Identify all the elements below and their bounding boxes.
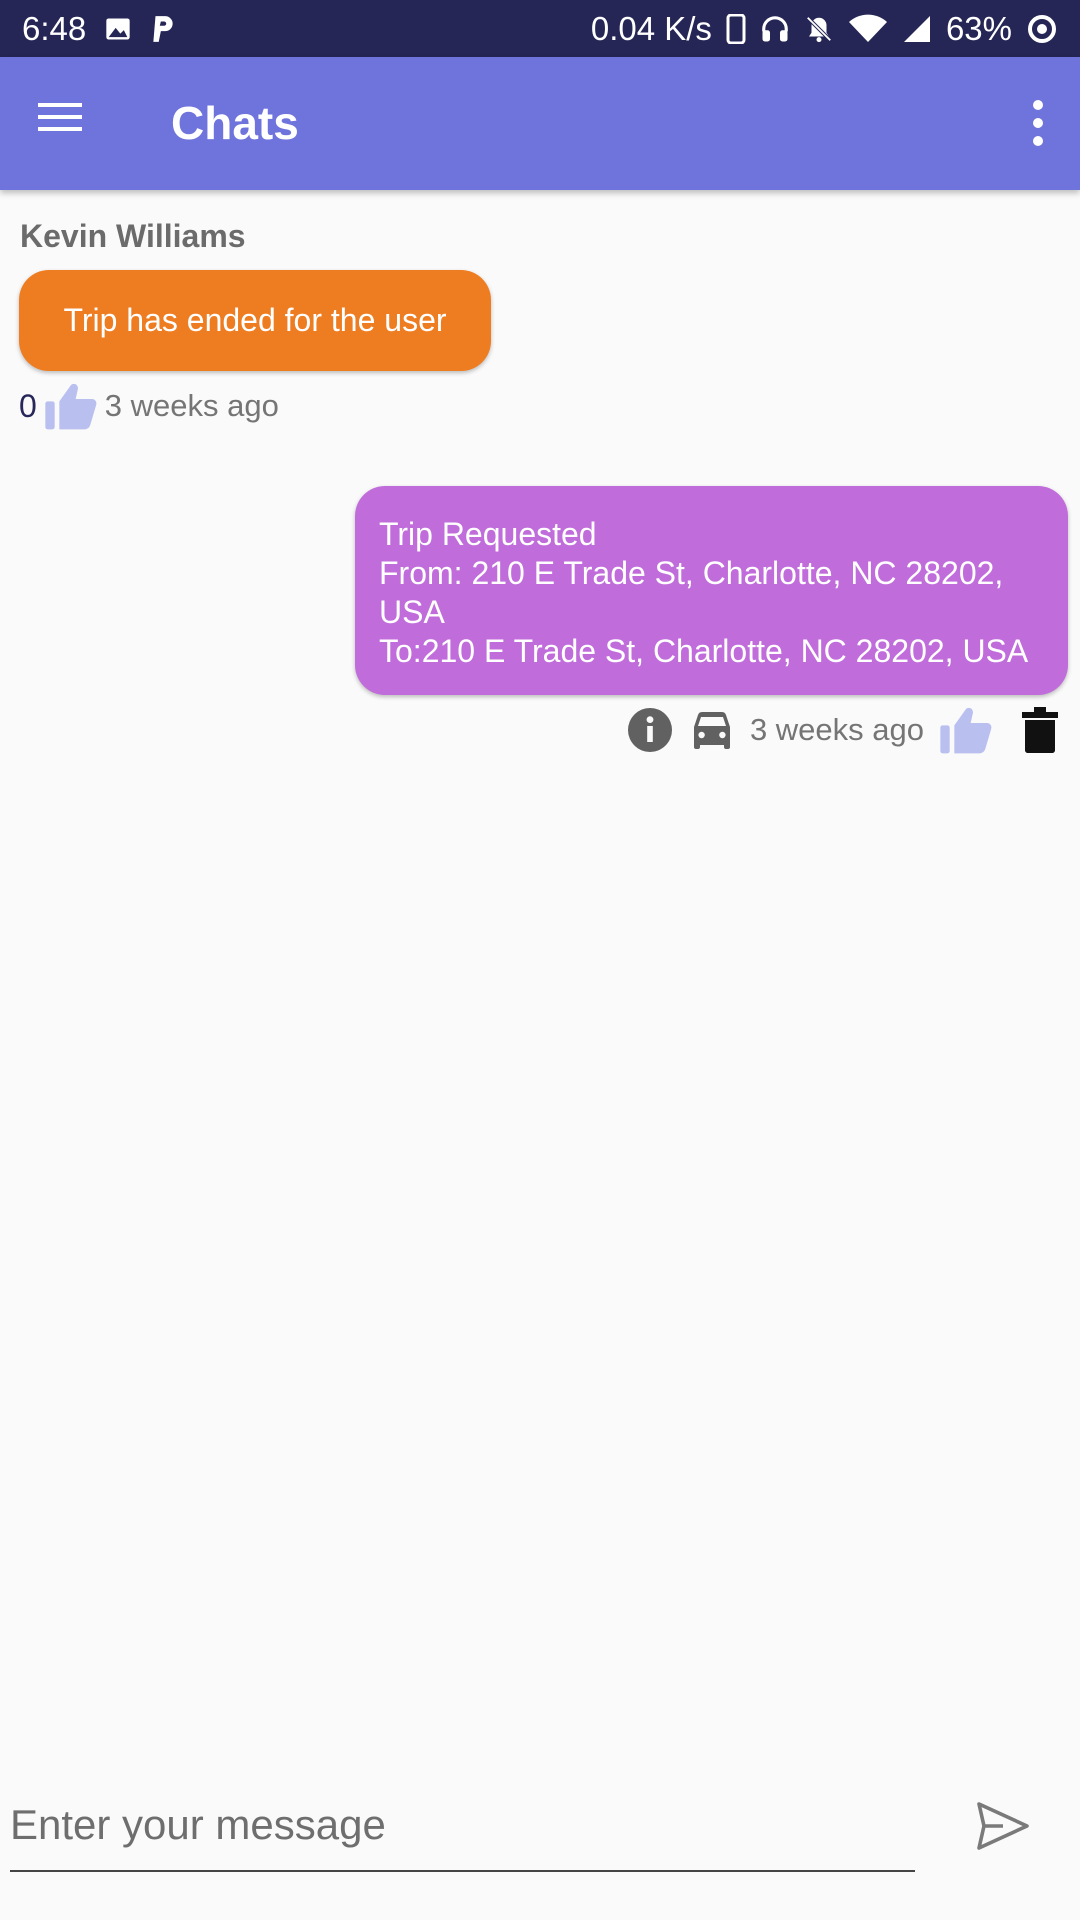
image-icon [104,15,132,43]
hamburger-icon[interactable] [36,97,96,149]
outgoing-message-meta: 3 weeks ago [626,700,1058,760]
net-speed: 0.04 K/s [590,9,712,47]
outgoing-message-bubble[interactable]: Trip Requested From: 210 E Trade St, Cha… [355,486,1068,695]
send-icon[interactable] [975,1798,1031,1854]
wifi-icon [848,14,888,44]
message-time: 3 weeks ago [104,388,279,423]
signal-icon [902,14,932,44]
trash-icon[interactable] [1022,706,1058,754]
message-composer [0,1770,1080,1920]
incoming-message-meta: 0 3 weeks ago [19,380,279,432]
sender-name: Kevin Williams [20,218,246,254]
car-icon[interactable] [688,707,736,753]
headphones-icon [760,14,790,44]
incoming-message-bubble[interactable]: Trip has ended for the user [19,270,491,371]
message-time: 3 weeks ago [749,712,924,747]
message-text: Trip has ended for the user [63,302,447,338]
message-line: From: 210 E Trade St, Charlotte, NC 2820… [379,555,1004,591]
battery-ring-icon [1026,13,1058,45]
message-line: USA [379,594,445,630]
message-input[interactable] [10,1780,915,1872]
message-line: Trip Requested [379,516,597,552]
message-line: To:210 E Trade St, Charlotte, NC 28202, … [379,633,1029,669]
p-app-icon [150,14,176,44]
page-title: Chats [171,97,299,149]
info-icon[interactable] [626,706,674,754]
more-vert-icon[interactable] [1016,91,1060,155]
status-time: 6:48 [22,9,87,47]
battery-level: 63% [945,9,1012,47]
thumb-up-icon[interactable] [43,380,99,432]
thumb-up-icon[interactable] [938,704,994,756]
app-bar: Chats [0,57,1080,190]
bell-off-icon [804,14,834,44]
status-bar: 6:48 0.04 K/s 63% [0,0,1080,57]
phone-icon [726,13,746,44]
like-count: 0 [19,387,37,424]
